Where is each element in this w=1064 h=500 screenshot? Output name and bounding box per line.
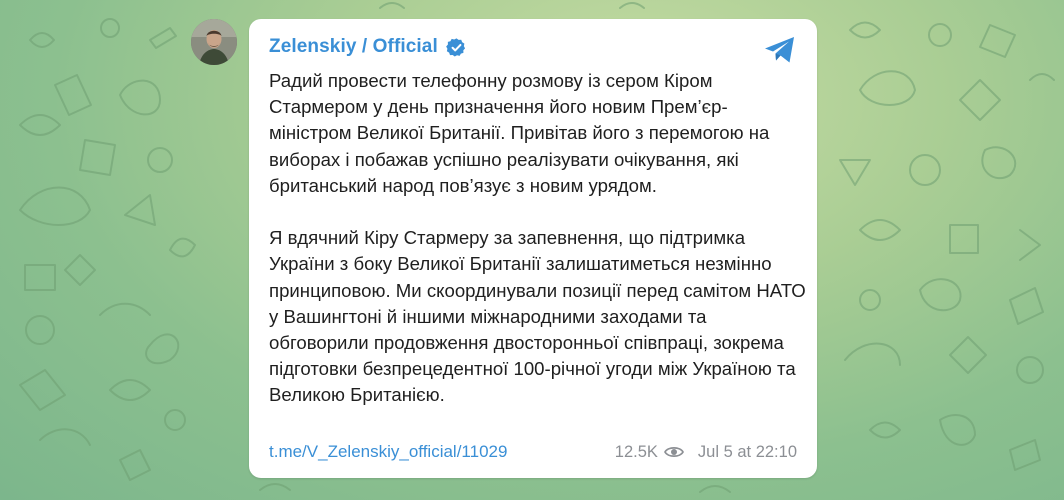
view-count: 12.5K [614,442,658,461]
post-paragraph-2: Я вдячний Кіру Стармеру за запевнення, щ… [269,227,806,406]
post-permalink[interactable]: t.me/V_Zelenskiy_official/11029 [269,442,507,462]
eye-icon [663,447,684,457]
channel-post-card: Zelenskiy / Official Радий провести теле… [249,19,817,478]
post-footer: t.me/V_Zelenskiy_official/11029 12.5K Ju… [269,440,797,464]
post-date: Jul 5 at 22:10 [697,442,797,461]
telegram-share-icon[interactable] [763,35,797,65]
post-meta: 12.5K Jul 5 at 22:10 [615,443,797,462]
post-text: Радий провести телефонну розмову із серо… [269,68,809,409]
profile-photo-icon [191,19,237,65]
post-paragraph-1: Радий провести телефонну розмову із серо… [269,70,770,196]
channel-header: Zelenskiy / Official [269,36,467,58]
channel-name-link[interactable]: Zelenskiy / Official [269,36,438,58]
channel-avatar[interactable] [191,19,237,65]
verified-badge-icon [446,37,465,57]
